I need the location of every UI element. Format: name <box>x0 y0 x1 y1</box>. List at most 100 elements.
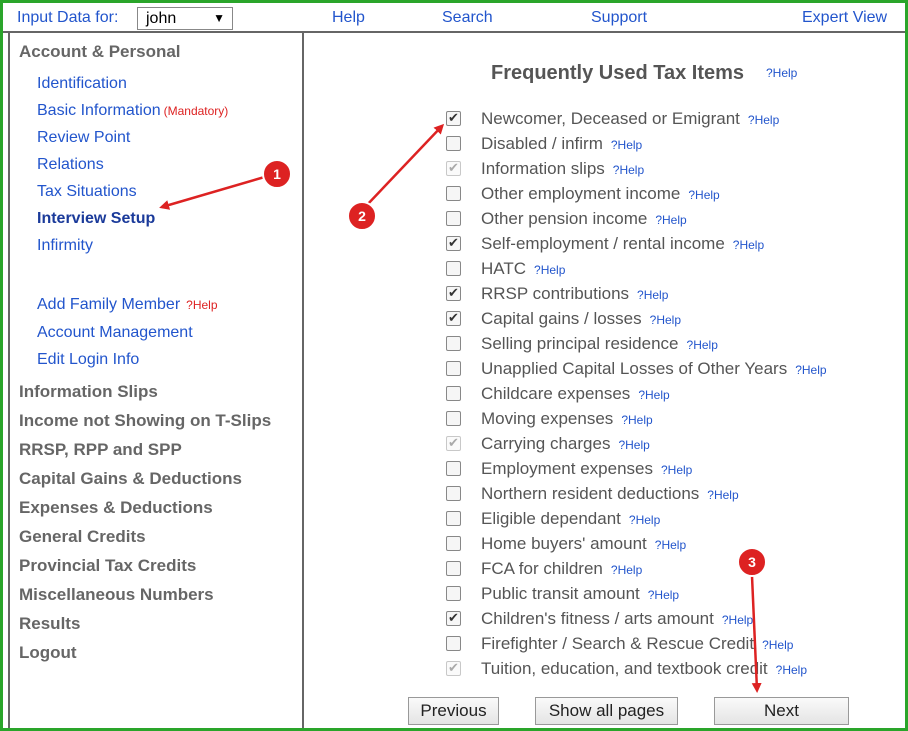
show-all-pages-button[interactable]: Show all pages <box>535 697 678 725</box>
tax-item-help-link[interactable]: ?Help <box>611 563 642 577</box>
tax-item-row[interactable]: Self-employment / rental income ?Help <box>446 234 886 254</box>
tax-item-checkbox[interactable] <box>446 536 461 551</box>
sidebar-section-income-not-showing[interactable]: Income not Showing on T-Slips <box>19 411 271 431</box>
tax-item-help-link[interactable]: ?Help <box>762 638 793 652</box>
tax-item-help-link[interactable]: ?Help <box>733 238 764 252</box>
tax-item-help-link[interactable]: ?Help <box>534 263 565 277</box>
tax-item-help-link[interactable]: ?Help <box>611 138 642 152</box>
tax-item-checkbox[interactable] <box>446 636 461 651</box>
sidebar-item-interview-setup[interactable]: Interview Setup <box>37 210 155 228</box>
tax-item-help-link[interactable]: ?Help <box>650 313 681 327</box>
tax-item-row[interactable]: Unapplied Capital Losses of Other Years?… <box>446 359 886 379</box>
sidebar-section-information-slips[interactable]: Information Slips <box>19 382 158 402</box>
user-select[interactable]: john ▼ <box>137 7 233 30</box>
tax-item-row[interactable]: FCA for children ?Help <box>446 559 886 579</box>
tax-item-help-link[interactable]: ?Help <box>707 488 738 502</box>
next-button[interactable]: Next <box>714 697 849 725</box>
support-link[interactable]: Support <box>591 9 647 27</box>
tax-item-checkbox[interactable] <box>446 110 461 126</box>
tax-item-checkbox[interactable] <box>446 361 461 376</box>
tax-item-row[interactable]: Home buyers' amount ?Help <box>446 534 886 554</box>
tax-item-help-link[interactable]: ?Help <box>613 163 644 177</box>
tax-item-row[interactable]: Firefighter / Search & Rescue Credit ?Hel… <box>446 634 886 654</box>
tax-item-row[interactable]: Public transit amount ?Help <box>446 584 886 604</box>
sidebar-item-account-management[interactable]: Account Management <box>37 324 193 342</box>
tax-item-help-link[interactable]: ?Help <box>621 413 652 427</box>
sidebar-section-rrsp[interactable]: RRSP, RPP and SPP <box>19 440 182 460</box>
sidebar-section-provincial-credits[interactable]: Provincial Tax Credits <box>19 556 196 576</box>
help-link[interactable]: ?Help <box>186 298 217 312</box>
sidebar-section-account-personal[interactable]: Account & Personal <box>19 42 181 62</box>
previous-button[interactable]: Previous <box>408 697 499 725</box>
sidebar-section-capital-gains[interactable]: Capital Gains & Deductions <box>19 469 242 489</box>
tax-item-checkbox[interactable] <box>446 235 461 251</box>
tax-item-row[interactable]: RRSP contributions ?Help <box>446 284 886 304</box>
sidebar-item-infirmity[interactable]: Infirmity <box>37 237 93 255</box>
tax-item-checkbox[interactable] <box>446 461 461 476</box>
sidebar-section-general-credits[interactable]: General Credits <box>19 527 146 547</box>
tax-item-row[interactable]: Carrying charges ?Help <box>446 434 886 454</box>
tax-item-help-link[interactable]: ?Help <box>638 388 669 402</box>
tax-item-row[interactable]: Newcomer, Deceased or Emigrant ?Help <box>446 109 886 129</box>
sidebar-item-identification[interactable]: Identification <box>37 75 127 93</box>
tax-item-help-link[interactable]: ?Help <box>776 663 807 677</box>
tax-item-row[interactable]: Moving expenses ?Help <box>446 409 886 429</box>
tax-item-checkbox[interactable] <box>446 211 461 226</box>
tax-item-row[interactable]: Selling principal residence ?Help <box>446 334 886 354</box>
tax-item-row[interactable]: Eligible dependant ?Help <box>446 509 886 529</box>
tax-item-checkbox[interactable] <box>446 310 461 326</box>
tax-item-row[interactable]: Children's fitness / arts amount ?Help <box>446 609 886 629</box>
tax-item-checkbox[interactable] <box>446 261 461 276</box>
sidebar-item-tax-situations[interactable]: Tax Situations <box>37 183 137 201</box>
sidebar-item-edit-login-info[interactable]: Edit Login Info <box>37 351 139 369</box>
tax-item-row[interactable]: Tuition, education, and textbook credit?… <box>446 659 886 679</box>
tax-item-checkbox[interactable] <box>446 561 461 576</box>
tax-item-checkbox[interactable] <box>446 511 461 526</box>
tax-item-checkbox[interactable] <box>446 610 461 626</box>
tax-item-checkbox[interactable] <box>446 586 461 601</box>
tax-item-row[interactable]: Childcare expenses ?Help <box>446 384 886 404</box>
tax-item-row[interactable]: Northern resident deductions ?Help <box>446 484 886 504</box>
tax-item-row[interactable]: Information slips ?Help <box>446 159 886 179</box>
search-link[interactable]: Search <box>442 9 493 27</box>
tax-item-checkbox[interactable] <box>446 186 461 201</box>
tax-item-help-link[interactable]: ?Help <box>655 538 686 552</box>
help-link[interactable]: Help <box>332 9 365 27</box>
tax-item-help-link[interactable]: ?Help <box>618 438 649 452</box>
sidebar-item-basic-information[interactable]: Basic Information (Mandatory) <box>37 102 228 120</box>
sidebar-section-misc-numbers[interactable]: Miscellaneous Numbers <box>19 585 214 605</box>
tax-item-checkbox[interactable] <box>446 486 461 501</box>
tax-item-help-link[interactable]: ?Help <box>688 188 719 202</box>
tax-item-row[interactable]: Other pension income ?Help <box>446 209 886 229</box>
tax-item-checkbox[interactable] <box>446 136 461 151</box>
tax-item-row[interactable]: Employment expenses ?Help <box>446 459 886 479</box>
tax-item-help-link[interactable]: ?Help <box>648 588 679 602</box>
tax-item-help-link[interactable]: ?Help <box>629 513 660 527</box>
tax-item-help-link[interactable]: ?Help <box>748 113 779 127</box>
tax-item-help-link[interactable]: ?Help <box>661 463 692 477</box>
tax-item-checkbox[interactable] <box>446 386 461 401</box>
tax-item-help-link[interactable]: ?Help <box>795 363 826 377</box>
tax-item-checkbox[interactable] <box>446 336 461 351</box>
sidebar-section-expenses[interactable]: Expenses & Deductions <box>19 498 213 518</box>
tax-item-label: FCA for children ?Help <box>481 559 642 579</box>
sidebar-item-relations[interactable]: Relations <box>37 156 104 174</box>
tax-item-help-link[interactable]: ?Help <box>655 213 686 227</box>
tax-item-help-link[interactable]: ?Help <box>637 288 668 302</box>
sidebar-item-add-family-member[interactable]: Add Family Member ?Help <box>37 296 218 314</box>
tax-item-checkbox[interactable] <box>446 411 461 426</box>
sidebar-section-results[interactable]: Results <box>19 614 80 634</box>
sidebar-item-label: Basic Information <box>37 102 161 119</box>
tax-item-checkbox[interactable] <box>446 285 461 301</box>
tax-item-row[interactable]: Capital gains / losses ?Help <box>446 309 886 329</box>
sidebar-section-logout[interactable]: Logout <box>19 643 77 663</box>
expert-view-link[interactable]: Expert View <box>802 9 887 27</box>
title-help-link[interactable]: ?Help <box>766 66 797 80</box>
sidebar-item-review-point[interactable]: Review Point <box>37 129 130 147</box>
tax-item-text: Other pension income <box>481 209 648 228</box>
tax-item-help-link[interactable]: ?Help <box>722 613 753 627</box>
tax-item-row[interactable]: HATC ?Help <box>446 259 886 279</box>
tax-item-help-link[interactable]: ?Help <box>687 338 718 352</box>
tax-item-row[interactable]: Other employment income ?Help <box>446 184 886 204</box>
tax-item-row[interactable]: Disabled / infirm ?Help <box>446 134 886 154</box>
